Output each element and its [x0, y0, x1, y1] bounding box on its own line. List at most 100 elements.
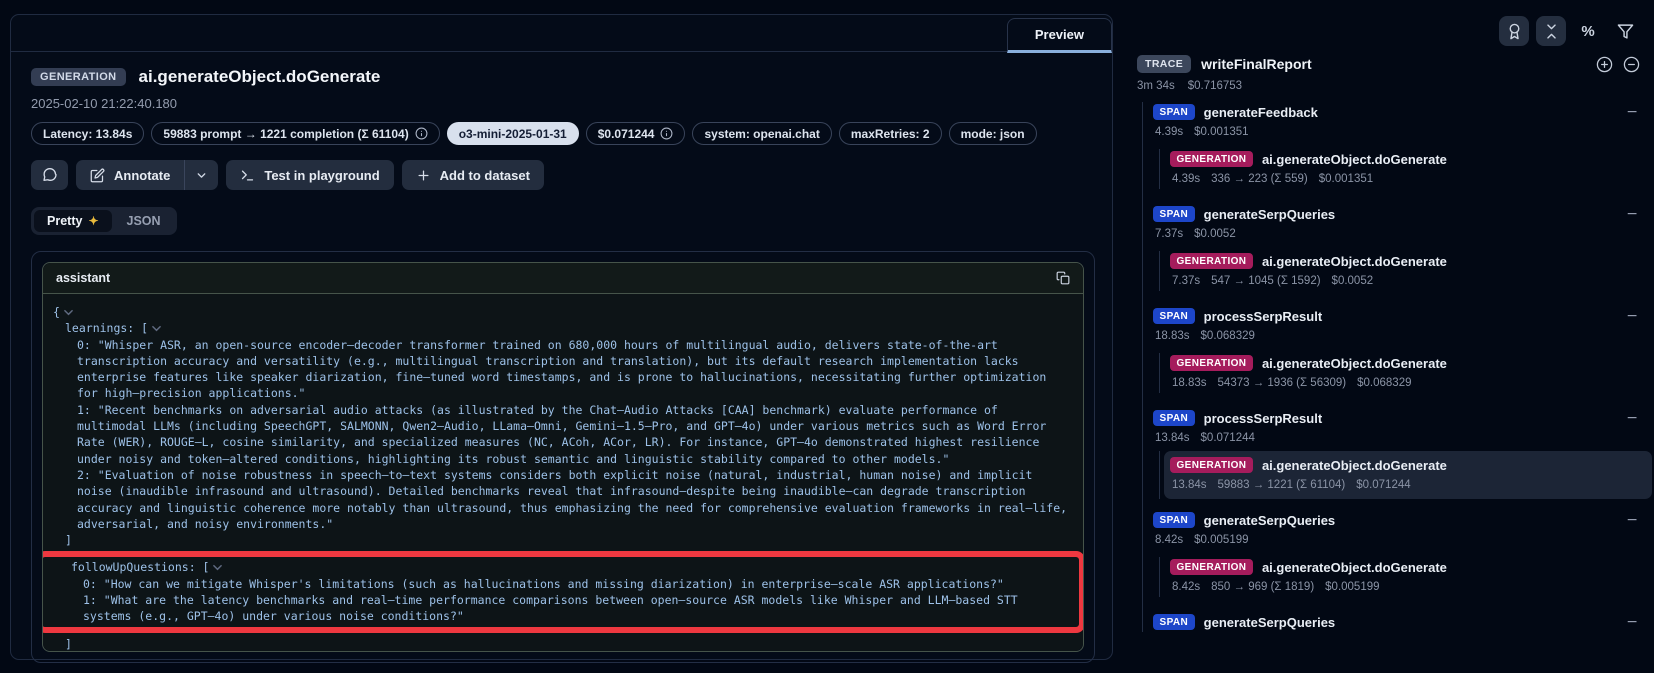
show-percent-button[interactable]: %: [1573, 16, 1603, 46]
info-icon: [660, 127, 673, 140]
terminal-icon: [240, 168, 255, 183]
collapse-node-icon[interactable]: −: [1626, 510, 1638, 530]
json-array-item: 1: "Recent benchmarks on adversarial aud…: [53, 402, 1071, 467]
generation-row[interactable]: GENERATION ai.generateObject.doGenerate: [1170, 557, 1640, 577]
json-followup-close: ]: [53, 636, 1071, 651]
span-metrics: 8.42s$0.005199: [1153, 534, 1640, 550]
trace-span-node: SPAN generateSerpQueries −: [1153, 612, 1640, 632]
view-toggle-pretty[interactable]: Pretty ✦: [34, 210, 112, 232]
json-array-item: 2: "Evaluation of noise robustness in sp…: [53, 467, 1071, 532]
metadata-badge[interactable]: system: openai.chat: [692, 122, 831, 145]
metadata-badge[interactable]: $0.071244: [586, 122, 686, 145]
span-row[interactable]: SPAN processSerpResult: [1153, 408, 1640, 428]
learnings-items: 0: "Whisper ASR, an open-source encoder–…: [53, 337, 1071, 533]
collapse-caret-icon[interactable]: [213, 563, 222, 572]
comment-button[interactable]: [31, 160, 68, 190]
trace-type-badge: TRACE: [1137, 55, 1191, 73]
observation-preview-panel: Preview GENERATION ai.generateObject.doG…: [10, 14, 1113, 660]
trace-generation-node: GENERATION ai.generateObject.doGenerate …: [1170, 353, 1640, 393]
span-children: GENERATION ai.generateObject.doGenerate …: [1159, 251, 1640, 291]
metadata-badge[interactable]: Latency: 13.84s: [31, 122, 144, 145]
span-metrics: 13.84s$0.071244: [1153, 432, 1640, 448]
annotation-highlight-box: followUpQuestions: [ 0: "How can we miti…: [43, 551, 1083, 632]
generation-row[interactable]: GENERATION ai.generateObject.doGenerate: [1170, 251, 1640, 271]
collapse-node-icon[interactable]: −: [1626, 204, 1638, 224]
span-metrics: 18.83s$0.068329: [1153, 330, 1640, 346]
award-icon: [1506, 23, 1523, 40]
sparkles-icon: ✦: [88, 214, 98, 228]
collapse-caret-icon[interactable]: [152, 324, 161, 333]
chevron-down-icon: [195, 169, 208, 182]
span-children: GENERATION ai.generateObject.doGenerate …: [1159, 353, 1640, 393]
generation-metrics: 18.83s54373 → 1936 (Σ 56309)$0.068329: [1170, 377, 1640, 393]
collapse-all-button[interactable]: [1536, 16, 1566, 46]
sidebar-toolbar: %: [1125, 16, 1640, 46]
generation-row[interactable]: GENERATION ai.generateObject.doGenerate: [1170, 353, 1640, 373]
test-in-playground-button[interactable]: Test in playground: [226, 160, 393, 190]
span-row[interactable]: SPAN generateFeedback: [1153, 102, 1640, 122]
info-icon: [415, 127, 428, 140]
span-row[interactable]: SPAN processSerpResult: [1153, 306, 1640, 326]
span-row[interactable]: SPAN generateSerpQueries: [1153, 204, 1640, 224]
span-row[interactable]: SPAN generateSerpQueries: [1153, 510, 1640, 530]
trace-generation-node: GENERATION ai.generateObject.doGenerate …: [1170, 149, 1640, 189]
fold-vertical-icon: [1543, 23, 1560, 40]
trace-span-node: SPAN generateSerpQueries 7.37s$0.0052 GE…: [1153, 204, 1640, 291]
json-key-followup: followUpQuestions: [: [59, 559, 1071, 575]
output-panel: assistant { learnings: [ 0: "Whisper ASR…: [31, 251, 1095, 663]
trace-generation-node: GENERATION ai.generateObject.doGenerate …: [1170, 557, 1640, 597]
trace-span-node: SPAN generateSerpQueries 8.42s$0.005199 …: [1153, 510, 1640, 597]
collapse-all-minus-icon[interactable]: [1623, 56, 1640, 73]
trace-tree-sidebar: % TRACE writeFinalReport 3m 34s $0.71675…: [1125, 0, 1654, 673]
trace-generation-node: GENERATION ai.generateObject.doGenerate …: [1164, 451, 1652, 499]
generation-row[interactable]: GENERATION ai.generateObject.doGenerate: [1170, 455, 1640, 475]
scores-button[interactable]: [1499, 16, 1529, 46]
collapse-caret-icon[interactable]: [64, 308, 73, 317]
metadata-badge[interactable]: o3-mini-2025-01-31: [447, 122, 579, 145]
trace-root-row[interactable]: TRACE writeFinalReport: [1125, 55, 1640, 73]
generation-metrics: 4.39s336 → 223 (Σ 559)$0.001351: [1170, 173, 1640, 189]
expand-all-plus-icon[interactable]: [1596, 56, 1613, 73]
trace-duration: 3m 34s: [1137, 80, 1175, 92]
preview-tabbar: Preview: [11, 15, 1112, 52]
trace-span-node: SPAN processSerpResult 13.84s$0.071244 G…: [1153, 408, 1640, 499]
span-children: GENERATION ai.generateObject.doGenerate …: [1159, 149, 1640, 189]
span-children: GENERATION ai.generateObject.doGenerate …: [1159, 451, 1640, 499]
comment-icon: [42, 167, 58, 183]
annotate-button[interactable]: Annotate: [76, 160, 184, 190]
span-children: GENERATION ai.generateObject.doGenerate …: [1159, 557, 1640, 597]
json-output-viewer: { learnings: [ 0: "Whisper ASR, an open-…: [43, 294, 1083, 651]
followup-items: 0: "How can we mitigate Whisper's limita…: [59, 576, 1071, 625]
metadata-badge[interactable]: 59883 prompt → 1221 completion (Σ 61104): [151, 122, 439, 145]
percent-icon: %: [1581, 23, 1594, 40]
trace-metrics: 3m 34s $0.716753: [1125, 80, 1640, 92]
collapse-node-icon[interactable]: −: [1626, 612, 1638, 632]
annotate-dropdown-button[interactable]: [184, 160, 218, 190]
annotate-split-button: Annotate: [76, 160, 218, 190]
generation-row[interactable]: GENERATION ai.generateObject.doGenerate: [1170, 149, 1640, 169]
generation-metrics: 8.42s850 → 969 (Σ 1819)$0.005199: [1170, 581, 1640, 597]
add-to-dataset-button[interactable]: Add to dataset: [402, 160, 544, 190]
annotate-pencil-icon: [90, 168, 105, 183]
collapse-node-icon[interactable]: −: [1626, 306, 1638, 326]
action-row: Annotate Test in playground Add to d: [31, 160, 1092, 190]
json-key-learnings: learnings: [: [53, 320, 1071, 336]
view-toggle-json[interactable]: JSON: [114, 210, 174, 232]
metadata-badge[interactable]: maxRetries: 2: [839, 122, 942, 145]
plus-icon: [416, 168, 431, 183]
collapse-node-icon[interactable]: −: [1626, 408, 1638, 428]
copy-icon[interactable]: [1056, 271, 1070, 285]
tab-preview[interactable]: Preview: [1007, 18, 1112, 53]
filter-button[interactable]: [1610, 16, 1640, 46]
json-array-item: 1: "What are the latency benchmarks and …: [59, 592, 1071, 625]
span-metrics: 4.39s$0.001351: [1153, 126, 1640, 142]
observation-type-badge: GENERATION: [31, 68, 126, 86]
trace-tree-children: SPAN generateFeedback 4.39s$0.001351 GEN…: [1142, 102, 1640, 632]
assistant-message-block: assistant { learnings: [ 0: "Whisper ASR…: [42, 262, 1084, 652]
json-learnings-close: ]: [53, 532, 1071, 548]
generation-metrics: 13.84s59883 → 1221 (Σ 61104)$0.071244: [1170, 479, 1640, 495]
metadata-badge-row: Latency: 13.84s 59883 prompt → 1221 comp…: [31, 122, 1092, 145]
collapse-node-icon[interactable]: −: [1626, 102, 1638, 122]
span-row[interactable]: SPAN generateSerpQueries: [1153, 612, 1640, 632]
metadata-badge[interactable]: mode: json: [949, 122, 1037, 145]
